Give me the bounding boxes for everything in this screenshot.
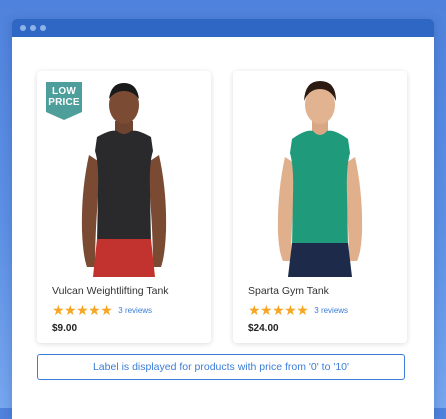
browser-window: LOW PRICE Vulcan Weightlifting Tank ★★★★… <box>12 19 434 419</box>
product-price: $9.00 <box>52 323 78 334</box>
product-rating: ★★★★★ 3 reviews <box>52 303 152 317</box>
star-rating-icon: ★★★★★ <box>52 302 113 318</box>
star-rating-icon: ★★★★★ <box>248 302 309 318</box>
badge-line-1: LOW <box>52 86 76 97</box>
product-card[interactable]: Sparta Gym Tank ★★★★★ 3 reviews $24.00 <box>233 71 407 343</box>
info-note: Label is displayed for products with pri… <box>37 354 405 380</box>
window-dot-icon <box>40 25 46 31</box>
product-name[interactable]: Sparta Gym Tank <box>248 285 329 297</box>
reviews-link[interactable]: 3 reviews <box>314 306 348 315</box>
product-image[interactable]: LOW PRICE <box>37 71 211 277</box>
product-rating: ★★★★★ 3 reviews <box>248 303 348 317</box>
reviews-link[interactable]: 3 reviews <box>118 306 152 315</box>
product-name[interactable]: Vulcan Weightlifting Tank <box>52 285 169 297</box>
product-image[interactable] <box>233 71 407 277</box>
badge-line-2: PRICE <box>48 97 80 108</box>
window-dot-icon <box>30 25 36 31</box>
low-price-badge: LOW PRICE <box>46 86 82 108</box>
model-image <box>277 81 363 277</box>
product-price: $24.00 <box>248 323 279 334</box>
window-dot-icon <box>20 25 26 31</box>
product-card[interactable]: LOW PRICE Vulcan Weightlifting Tank ★★★★… <box>37 71 211 343</box>
window-titlebar <box>12 19 434 37</box>
